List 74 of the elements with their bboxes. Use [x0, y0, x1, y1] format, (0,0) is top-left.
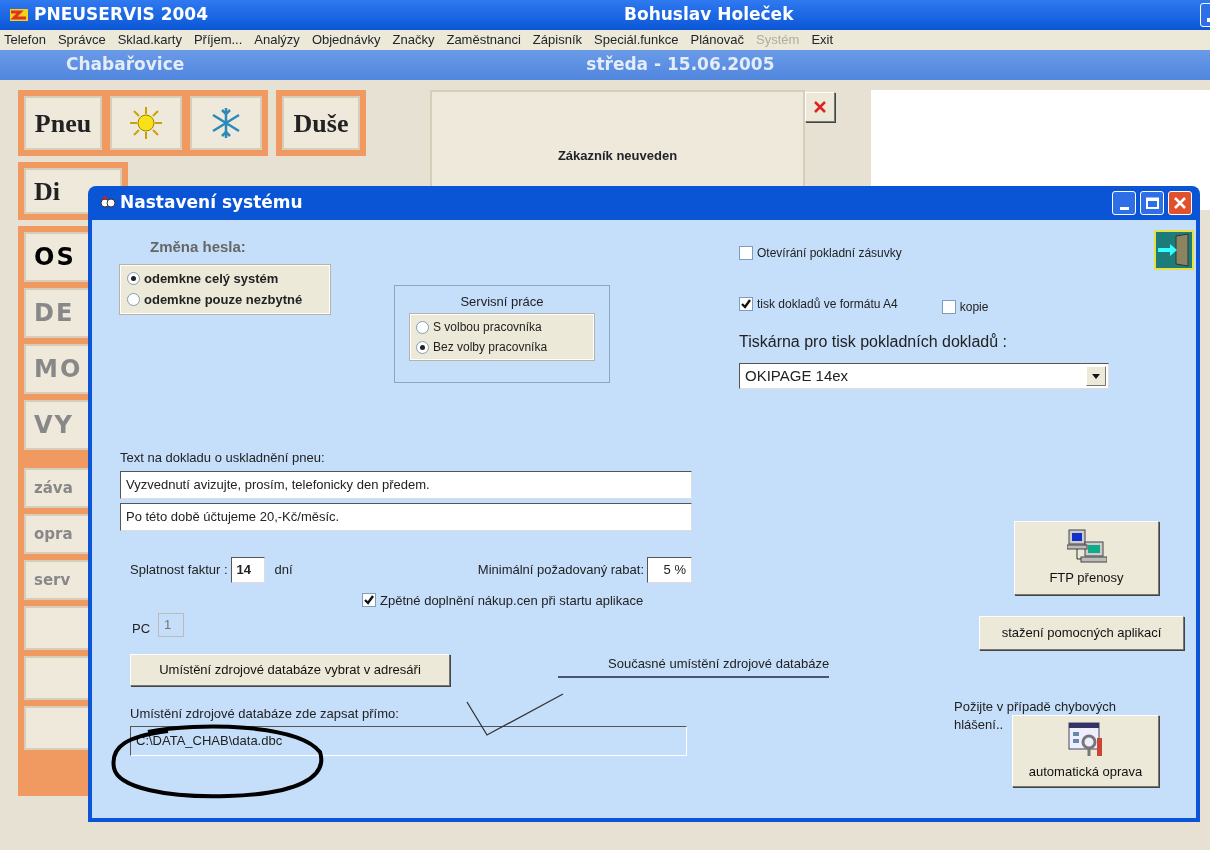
radio-button[interactable]	[416, 320, 429, 334]
menu-item[interactable]: Sklad.karty	[117, 30, 182, 50]
unit-label: dní	[274, 560, 293, 579]
checkbox[interactable]	[941, 300, 956, 314]
category-button[interactable]	[190, 96, 262, 150]
radio-label: odemkne celý systém	[144, 269, 279, 288]
close-icon	[1174, 197, 1186, 209]
number-field[interactable]: 14	[230, 556, 265, 583]
menu-item[interactable]: Plánovač	[690, 30, 745, 50]
logo-icon	[8, 6, 30, 24]
percent-field[interactable]: 5 %	[647, 556, 692, 583]
checkbox-label: Zpětné doplnění nákup.cen při startu aplikace	[380, 591, 644, 610]
radio-label: S volbou pracovníka	[433, 319, 542, 336]
computers-icon	[1066, 528, 1107, 565]
printer-dropdown[interactable]: OKIPAGE 14ex	[739, 363, 1109, 389]
exit-door-icon[interactable]	[1154, 230, 1194, 270]
field-label: Text na dokladu o uskladnění pneu:	[120, 449, 326, 467]
path-field[interactable]: C:\DATA_CHAB\data.dbc	[130, 725, 687, 756]
text-field[interactable]: Po této době účtujeme 20,-Kč/měsíc.	[120, 502, 692, 531]
browse-button[interactable]: Umístění zdrojové databáze vybrat v adresáři	[130, 654, 450, 686]
menu-item[interactable]: Příjem...	[193, 30, 243, 50]
checkbox[interactable]	[362, 593, 377, 608]
date-label: středa - 15.06.2005	[586, 53, 775, 77]
radio-label: Bez volby pracovníka	[433, 339, 548, 356]
section-label: Změna hesla:	[150, 237, 247, 257]
dropdown-button[interactable]	[1086, 366, 1106, 386]
checkbox-label: kopie	[959, 299, 989, 316]
radio-button[interactable]	[416, 340, 429, 354]
user-name: Bohuslav Holeček	[624, 3, 794, 27]
field-label: Umístění zdrojové databáze zde zapsat přímo:	[130, 705, 399, 723]
app-title: PNEUSERVIS 2004	[34, 3, 209, 27]
radio-button[interactable]	[127, 293, 140, 307]
checkbox-label: tisk dokladů ve formátu A4	[757, 296, 898, 313]
checkbox[interactable]	[739, 297, 753, 311]
note-label: Současné umístění zdrojové databáze	[558, 654, 830, 678]
customer-label: Zákazník neuveden	[557, 146, 678, 165]
checkbox-label: Otevírání pokladní zásuvky	[757, 245, 902, 262]
delete-button[interactable]	[805, 92, 835, 122]
repair-button[interactable]: automatická oprava	[1012, 715, 1159, 788]
ftp-button[interactable]: FTP přenosy	[1014, 521, 1159, 595]
close-icon	[814, 101, 826, 113]
category-button[interactable]: Pneu	[24, 96, 102, 150]
menu-item[interactable]: Analýzy	[254, 30, 300, 50]
menu-item[interactable]: Speciál.funkce	[594, 30, 679, 50]
group-title: Servisní práce	[460, 292, 544, 311]
menu-item[interactable]: Objednávky	[311, 30, 381, 50]
minimize-icon	[1119, 207, 1129, 210]
checkbox[interactable]	[739, 246, 753, 260]
menu-item[interactable]: Správce	[57, 30, 106, 50]
caret-icon	[1092, 373, 1100, 379]
menu-item[interactable]: Telefon	[4, 30, 46, 50]
text-field[interactable]: Vyzvednutí avizujte, prosím, telefonicky den předem.	[120, 470, 692, 499]
tools-icon	[1066, 720, 1105, 759]
printer-label: Tiskárna pro tisk pokladních dokladů :	[739, 332, 1008, 352]
menu-item[interactable]: Značky	[392, 30, 435, 50]
menu-item[interactable]: Zápisník	[532, 30, 582, 50]
field-label: Splatnost faktur :	[130, 560, 228, 579]
close-button[interactable]	[1168, 191, 1192, 215]
sun-icon	[129, 106, 163, 140]
location-label: Chabařovice	[66, 53, 185, 77]
menu-item[interactable]: Zaměstnanci	[446, 30, 521, 50]
download-button[interactable]: stažení pomocných aplikací	[979, 616, 1184, 650]
radio-label: odemkne pouze nezbytné	[144, 291, 303, 309]
radio-button[interactable]	[127, 271, 140, 285]
dialog-title: Nastavení systému	[120, 191, 303, 215]
maximize-icon	[1145, 197, 1159, 209]
field-label: PC	[132, 619, 151, 638]
snowflake-icon	[211, 106, 241, 140]
maximize-button[interactable]	[1140, 191, 1164, 215]
field-label: Minimální požadovaný rabat:	[477, 560, 644, 579]
minimize-button[interactable]	[1112, 191, 1136, 215]
category-button[interactable]: Duše	[282, 96, 360, 150]
menu-item[interactable]: Exit	[811, 30, 834, 50]
app-icon	[100, 195, 116, 211]
